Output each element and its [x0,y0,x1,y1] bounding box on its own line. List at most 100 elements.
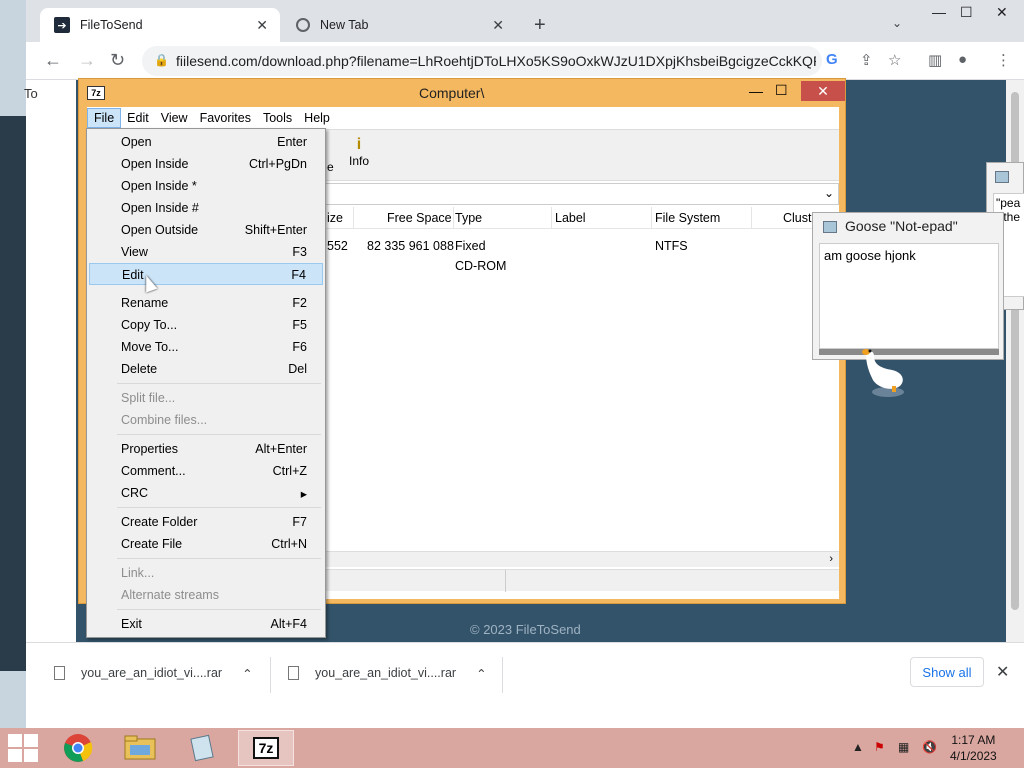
action-center-flag-icon[interactable]: ⚑ [874,740,885,754]
file-icon [54,666,65,680]
toolbar-partial-label: e [327,160,334,174]
menu-item-open-inside-hash[interactable]: Open Inside # [89,197,323,219]
menu-bar: File Edit View Favorites Tools Help [87,107,839,129]
download-filename: you_are_an_idiot_vi....rar [315,666,457,680]
col-free-space[interactable]: Free Space [387,211,452,225]
notepad-icon [823,221,837,233]
show-hidden-icons-chevron-icon[interactable]: ▲ [852,740,864,754]
forward-arrow-icon[interactable]: → [78,50,96,71]
filetosend-favicon-icon: ➔ [54,17,70,33]
menu-item-comment[interactable]: Comment... Ctrl+Z [89,460,323,482]
cell-file-system: NTFS [655,239,688,253]
sevenzip-titlebar[interactable]: 7z Computer\ — ☐ ✕ [79,79,845,107]
chevron-up-icon[interactable]: ⌃ [242,666,252,681]
menu-item-copy-to[interactable]: Copy To... F5 [89,314,323,336]
col-type[interactable]: Type [455,211,482,225]
cell-size: 552 [327,239,348,253]
clock-time: 1:17 AM [951,733,996,747]
url-text: fiilesend.com/download.php?filename=LhRo… [176,53,816,69]
menu-tools[interactable]: Tools [257,108,298,128]
tab-close-icon[interactable]: ✕ [256,17,268,34]
address-bar[interactable]: 🔒 fiilesend.com/download.php?filename=Lh… [142,46,822,76]
taskbar-chrome-icon[interactable] [50,730,106,766]
tab-close-icon[interactable]: ✕ [492,17,504,34]
menu-item-combine-files[interactable]: Combine files... [89,409,323,431]
goose-notepad-window[interactable]: Goose "Not-epad" am goose hjonk [812,212,1004,360]
col-file-system[interactable]: File System [655,211,720,225]
menu-item-open[interactable]: Open Enter [89,131,323,153]
maximize-icon[interactable]: ☐ [775,82,788,99]
profile-avatar-icon[interactable]: ● [958,51,967,68]
cell-type: CD-ROM [455,259,507,273]
chrome-favicon-icon [296,18,310,32]
taskbar-7zip-icon[interactable]: 7z [238,730,294,766]
page-footer-copyright: © 2023 FileToSend [470,622,581,637]
menu-favorites[interactable]: Favorites [194,108,257,128]
menu-item-crc[interactable]: CRC ▸ [89,482,323,504]
menu-item-delete[interactable]: Delete Del [89,358,323,380]
menu-item-open-inside[interactable]: Open Inside Ctrl+PgDn [89,153,323,175]
tab-label: New Tab [320,18,369,32]
download-item[interactable]: you_are_an_idiot_vi....rar ⌃ [288,661,487,685]
download-item[interactable]: you_are_an_idiot_vi....rar ⌃ [54,661,253,685]
tab-label: FileToSend [80,18,143,32]
download-bar: you_are_an_idiot_vi....rar ⌃ you_are_an_… [26,642,1024,702]
download-filename: you_are_an_idiot_vi....rar [81,666,223,680]
google-lens-icon[interactable]: G [826,51,838,68]
browser-toolbar: ← → ↻ 🔒 fiilesend.com/download.php?filen… [26,42,1024,80]
menu-item-alternate-streams[interactable]: Alternate streams [89,584,323,606]
menu-item-view[interactable]: View F3 [89,241,323,263]
side-panel-icon[interactable]: ▥ [928,51,942,69]
menu-item-rename[interactable]: Rename F2 [89,292,323,314]
back-arrow-icon[interactable]: ← [44,50,62,71]
menu-item-open-inside-star[interactable]: Open Inside * [89,175,323,197]
goose-window-title: Goose "Not-epad" [845,218,958,234]
close-icon[interactable]: ✕ [996,4,1008,21]
more-menu-icon[interactable]: ⋮ [996,51,1011,69]
taskbar-notepad-icon[interactable] [174,730,230,766]
network-icon[interactable]: ▦ [898,740,909,754]
sevenzip-logo-icon: 7z [87,86,105,100]
minimize-icon[interactable]: — [749,83,763,99]
col-label[interactable]: Label [555,211,586,225]
menu-item-create-folder[interactable]: Create Folder F7 [89,511,323,533]
reload-icon[interactable]: ↻ [110,50,125,71]
start-button-windows-icon[interactable] [8,734,38,762]
menu-view[interactable]: View [155,108,194,128]
menu-edit[interactable]: Edit [121,108,155,128]
menu-item-split-file[interactable]: Split file... [89,387,323,409]
taskbar-clock[interactable]: 1:17 AM 4/1/2023 [950,732,997,764]
volume-muted-icon[interactable]: 🔇 [922,740,937,754]
menu-item-create-file[interactable]: Create File Ctrl+N [89,533,323,555]
new-tab-plus-icon[interactable]: + [534,14,546,37]
minimize-icon[interactable]: — [932,4,946,20]
col-cluster[interactable]: Clust [783,211,811,225]
menu-item-exit[interactable]: Exit Alt+F4 [89,613,323,635]
menu-item-open-outside[interactable]: Open Outside Shift+Enter [89,219,323,241]
menu-file[interactable]: File [87,108,122,128]
menu-item-move-to[interactable]: Move To... F6 [89,336,323,358]
menu-item-properties[interactable]: Properties Alt+Enter [89,438,323,460]
bookmark-star-icon[interactable]: ☆ [888,51,901,69]
tab-search-chevron-icon[interactable]: ⌄ [892,16,902,30]
download-bar-close-icon[interactable]: ✕ [996,662,1009,682]
tab-new-tab[interactable]: New Tab ✕ [282,8,516,42]
scroll-right-icon[interactable]: › [829,553,833,565]
col-size[interactable]: ize [327,211,343,225]
info-button[interactable]: i Info [349,136,369,168]
menu-help[interactable]: Help [298,108,336,128]
share-icon[interactable]: ⇪ [860,51,873,69]
lock-icon: 🔒 [154,53,169,67]
taskbar-file-explorer-icon[interactable] [112,730,168,766]
menu-item-link[interactable]: Link... [89,562,323,584]
menu-item-edit[interactable]: Edit F4 [89,263,323,285]
maximize-icon[interactable]: ☐ [960,4,973,21]
info-icon: i [356,136,362,153]
chevron-down-icon[interactable]: ⌄ [824,186,834,200]
close-button[interactable]: ✕ [801,81,845,101]
notepad-icon [995,171,1009,183]
goose-text-area[interactable]: am goose hjonk [819,243,999,349]
chevron-up-icon[interactable]: ⌃ [476,666,486,681]
tab-filetosend[interactable]: ➔ FileToSend ✕ [40,8,280,42]
show-all-button[interactable]: Show all [910,657,984,687]
